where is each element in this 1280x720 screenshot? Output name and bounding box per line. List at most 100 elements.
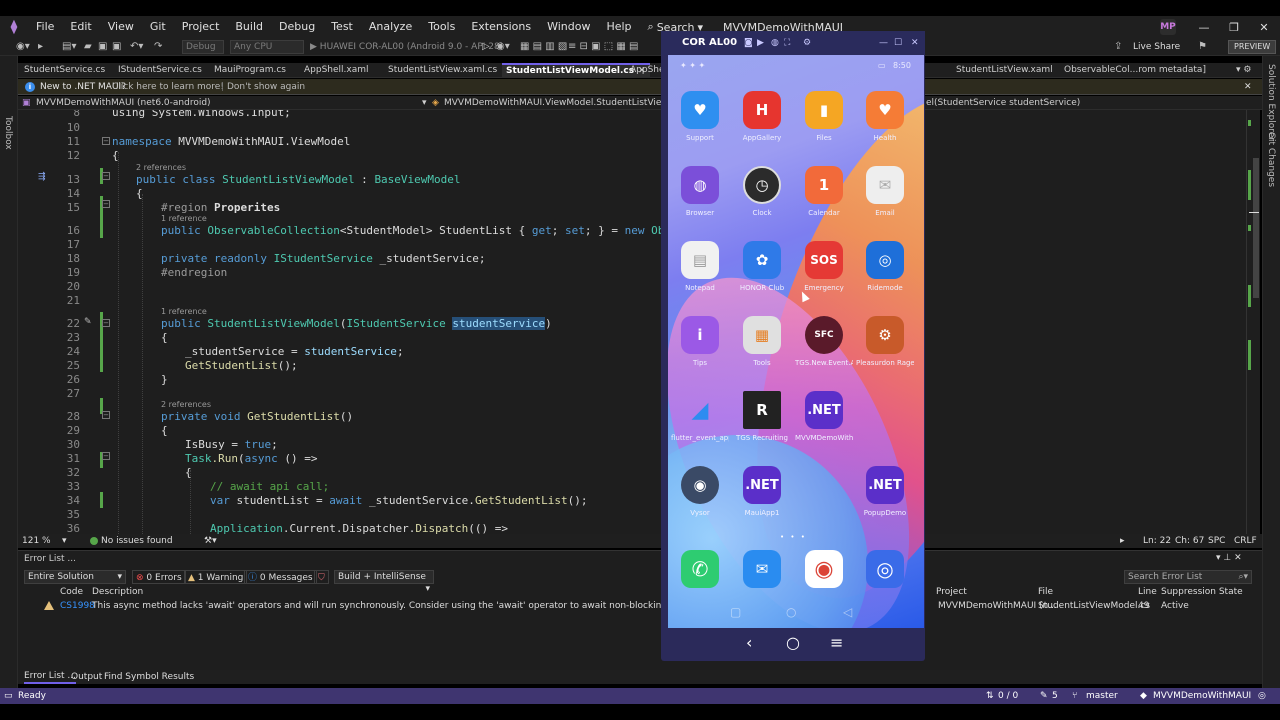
menu-analyze[interactable]: Analyze [361,16,420,38]
phone-screen[interactable]: ✦ ✦ ✦ ▭ 8:50 ♥ Support H AppGallery ▮ Files… [668,55,924,628]
fold-icon[interactable]: − [102,452,110,460]
app-appgallery[interactable]: H AppGallery [733,91,791,142]
tab-find-symbol[interactable]: Find Symbol Results [104,670,194,684]
visual-studio-logo-icon[interactable]: ⧫ [0,16,28,38]
git-changes-tab[interactable]: Git Changes [1266,132,1276,187]
app-email[interactable]: ✉ Email [856,166,914,217]
undo-icon[interactable]: ↶▾ [130,40,143,54]
branch-icon[interactable]: ⑂ [1072,688,1077,704]
error-search-input[interactable]: Search Error List ⌕▾ [1124,570,1252,584]
forward-icon[interactable]: ▸ [38,40,43,54]
redo-icon[interactable]: ↷ [154,40,162,54]
fold-icon[interactable]: − [102,137,110,145]
play-icon[interactable]: ▷ [482,40,490,54]
tab-output[interactable]: Output [71,670,102,684]
dock-messages[interactable]: ✉ [733,550,791,588]
edit-pencil-icon[interactable]: ✎ [84,317,92,327]
col-project[interactable]: Project [936,587,967,597]
col-description[interactable]: Description [92,587,143,597]
menu-git[interactable]: Git [142,16,174,38]
fold-icon[interactable]: − [102,411,110,419]
zoom-level[interactable]: 121 % [22,534,51,548]
branch-name[interactable]: master [1086,688,1118,704]
screenshot-icon[interactable]: ◙ [744,31,753,55]
app-emergency[interactable]: SOS Emergency [795,241,853,292]
fold-icon[interactable]: − [102,319,110,327]
debug-tools-icon[interactable]: ▦ ▤ ▥ ▧ [520,40,567,54]
tab-appshell-xaml[interactable]: AppShell.xaml [304,63,369,78]
feedback-icon[interactable]: ⚑ [1198,40,1207,54]
live-share-icon[interactable]: ⇪ [1114,40,1122,54]
app-tips[interactable]: i Tips [671,316,729,367]
minimize-icon[interactable]: — [879,31,888,55]
col-file[interactable]: File [1038,587,1053,597]
menu-extensions[interactable]: Extensions [463,16,539,38]
app-clock[interactable]: ◷ Clock [733,166,791,217]
minimize-icon[interactable]: — [1190,16,1218,38]
sync-icon[interactable]: ⇅ [986,688,994,704]
fold-icon[interactable]: − [102,172,110,180]
record-icon[interactable]: ▶ [757,31,764,55]
codelens-references[interactable]: 1 reference [161,307,207,316]
live-share-button[interactable]: Live Share [1133,40,1180,54]
menu-view[interactable]: View [100,16,142,38]
close-icon[interactable]: ✕ [1250,16,1278,38]
app-calendar[interactable]: 1 Calendar [795,166,853,217]
app-ridemode[interactable]: ◎ Ridemode [856,241,914,292]
code-editor[interactable]: − − − − − − ⇶ ✎ 8 using System.Windows.I… [18,110,1246,534]
save-icon[interactable]: ▣ [98,40,107,54]
dock-camera[interactable]: ◎ [856,550,914,588]
scroll-right-icon[interactable]: ▸ [1120,534,1125,548]
tab-studentservice[interactable]: StudentService.cs [24,63,105,78]
platform-combo[interactable]: Any CPU [230,40,304,54]
app-vysor[interactable]: ◉ Vysor [671,466,729,517]
scope-dropdown[interactable]: Entire Solution ▾ [24,570,126,584]
panel-controls-icon[interactable]: ▾ ⊥ ✕ [1216,553,1242,563]
dont-show-again-link[interactable]: Don't show again [227,79,305,95]
close-icon[interactable]: ✕ [911,31,919,55]
member-dropdown[interactable]: el(StudentService studentService) [926,96,1080,110]
menu-button[interactable]: ≡ [830,633,843,652]
avatar[interactable]: MP [1160,19,1176,35]
errors-filter[interactable]: ⊗ 0 Errors [132,570,186,584]
app-tgs-recruiting[interactable]: R TGS Recruiting [733,391,791,442]
app-tgs-event[interactable]: SFC TGS.New.Event.A... [795,316,853,367]
issues-label[interactable]: No issues found [101,534,173,548]
whitespace-indicator[interactable]: SPC [1208,534,1225,548]
save-all-icon[interactable]: ▣ [112,40,121,54]
settings-icon[interactable]: ⚙ [803,31,811,55]
app-flutter[interactable]: ◢ flutter_event_app [671,391,729,443]
codelens-references[interactable]: 2 references [161,400,211,409]
editor-scrollbar[interactable] [1246,110,1260,534]
app-popupdemo[interactable]: .NET PopupDemo [856,466,914,517]
chevron-down-icon[interactable]: ▾ [62,534,67,548]
menu-help[interactable]: Help [598,16,639,38]
sync-count[interactable]: 0 / 0 [998,688,1018,704]
class-dropdown[interactable]: MVVMDemoWithMAUI.ViewModel.StudentListVi… [444,96,696,110]
fullscreen-icon[interactable]: ⛶ [784,31,790,55]
repo-icon[interactable]: ◆ [1140,688,1147,704]
app-mvvmdemo[interactable]: .NET MVVMDemoWith... [795,391,853,442]
back-button[interactable]: ‹ [746,633,752,652]
app-browser[interactable]: ◍ Browser [671,166,729,217]
dock-phone[interactable]: ✆ [671,550,729,588]
messages-filter[interactable]: ⓘ 0 Messages [244,570,317,584]
warnings-filter[interactable]: ▲ 1 Warning [184,570,248,584]
pencil-icon[interactable]: ✎ [1040,688,1048,704]
line-ending-indicator[interactable]: CRLF [1234,534,1257,548]
app-honor-club[interactable]: ✿ HONOR Club [733,241,791,292]
col-suppression[interactable]: Suppression State [1161,587,1243,597]
maximize-icon[interactable]: ☐ [894,31,902,55]
filter-icon[interactable]: ⛉ [314,570,329,584]
col-line[interactable]: Line [1138,587,1157,597]
col-code[interactable]: Code [60,587,83,597]
menu-edit[interactable]: Edit [62,16,99,38]
app-health[interactable]: ♥ Health [856,91,914,142]
toolbox-tab[interactable]: Toolbox [3,116,13,150]
tab-studentlistview-xaml[interactable]: StudentListView.xaml [956,63,1053,78]
menu-debug[interactable]: Debug [271,16,323,38]
restore-icon[interactable]: ❐ [1220,16,1248,38]
home-button[interactable]: ○ [786,633,800,652]
format-icon[interactable]: ≡ ⊟ ▣ ⬚ ▦ ▤ [568,40,638,54]
changes-count[interactable]: 5 [1052,688,1058,704]
